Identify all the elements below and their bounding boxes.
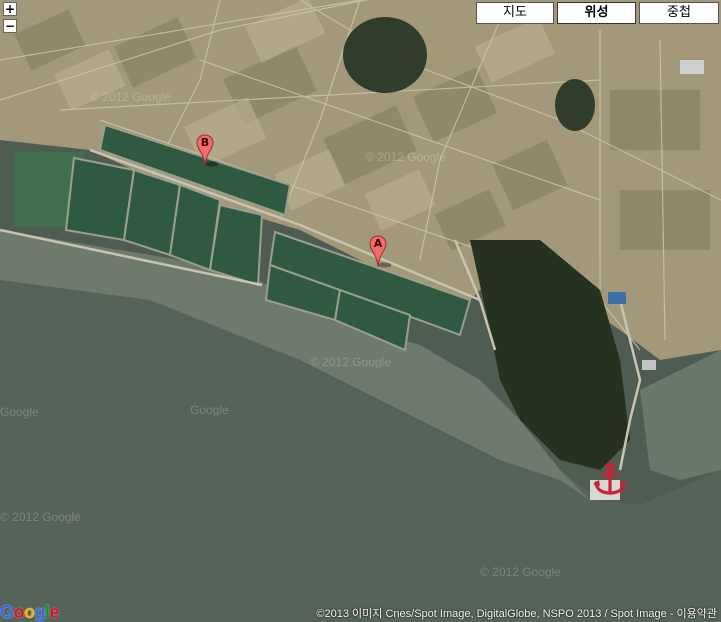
map-watermark: © 2012 Google <box>0 510 81 524</box>
google-logo-letter: e <box>49 602 60 622</box>
anchor-icon <box>593 462 627 495</box>
map-watermark: Google <box>0 405 39 419</box>
anchor-marker[interactable] <box>592 461 628 497</box>
map-watermark: © 2012 Google <box>480 565 561 579</box>
google-logo-text: Google <box>0 602 60 622</box>
map-watermark: © 2012 Google <box>90 90 171 104</box>
map-copyright: ©2013 이미지 Cnes/Spot Image, DigitalGlobe,… <box>312 607 721 622</box>
map-type-map-button[interactable]: 지도 <box>476 2 554 24</box>
marker-label: B <box>200 136 210 149</box>
satellite-map[interactable]: © 2012 Google © 2012 Google © 2012 Googl… <box>0 0 721 622</box>
google-logo[interactable]: Google <box>0 602 60 622</box>
map-marker-a[interactable]: A <box>369 235 392 269</box>
map-watermark: Google <box>190 403 229 417</box>
zoom-in-button[interactable]: + <box>3 2 17 16</box>
map-watermark: © 2012 Google <box>365 150 446 164</box>
zoom-out-button[interactable]: − <box>3 19 17 33</box>
terms-of-use-link[interactable]: 이용약관 <box>677 608 717 620</box>
map-marker-b[interactable]: B <box>196 134 219 168</box>
map-type-satellite-button[interactable]: 위성 <box>557 2 636 24</box>
map-type-hybrid-button[interactable]: 중첩 <box>639 2 719 24</box>
copyright-text: ©2013 이미지 Cnes/Spot Image, DigitalGlobe,… <box>316 608 677 620</box>
google-logo-letter: G <box>0 602 14 622</box>
map-watermark: © 2012 Google <box>310 355 391 369</box>
marker-label: A <box>373 237 383 250</box>
google-logo-letter: o <box>13 602 25 622</box>
google-logo-letter: o <box>24 602 35 622</box>
google-logo-letter: g <box>34 602 46 622</box>
